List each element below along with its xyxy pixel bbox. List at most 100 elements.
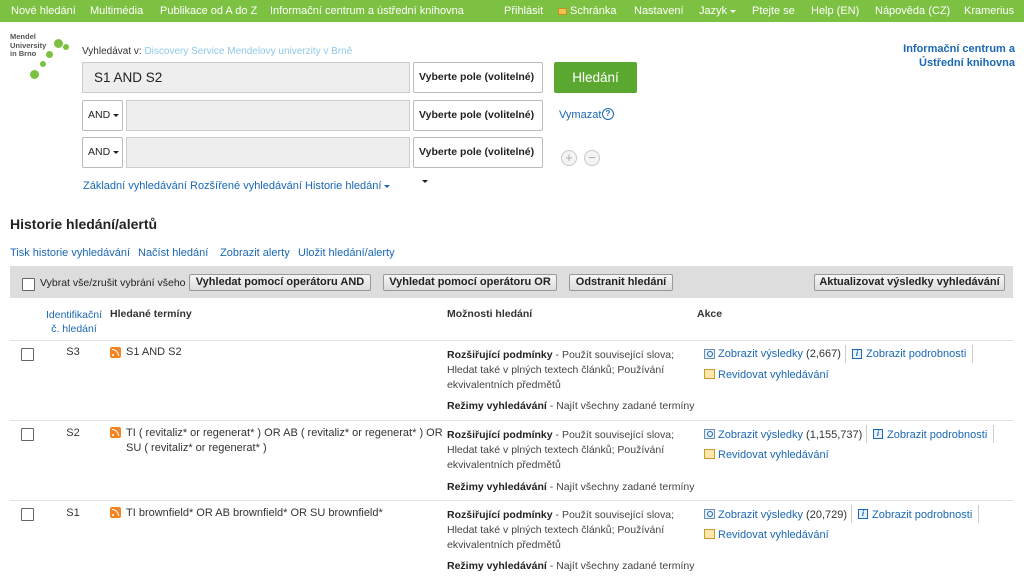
view-results-icon (704, 349, 715, 359)
add-row-icon[interactable]: + (561, 150, 577, 166)
university-logo[interactable]: Mendel University in Brno (10, 32, 72, 83)
revise-search-link[interactable]: Revidovat vyhledávání (718, 529, 829, 541)
operator-select-3[interactable]: AND (82, 137, 123, 168)
clear-link[interactable]: Vymazat (559, 109, 601, 121)
view-details-link[interactable]: Zobrazit podrobnosti (866, 348, 966, 360)
save-searches-link[interactable]: Uložit hledání/alerty (298, 247, 395, 259)
nav-help-en[interactable]: Help (EN) (811, 0, 859, 22)
search-mode: Režimy vyhledávání - Najít všechny zadan… (447, 560, 695, 572)
view-details-link[interactable]: Zobrazit podrobnosti (887, 429, 987, 441)
search-in-source[interactable]: Discovery Service Mendelovy univerzity v… (144, 46, 352, 57)
retrieve-searches-link[interactable]: Načíst hledání (138, 247, 208, 259)
remove-row-icon[interactable]: − (584, 150, 600, 166)
result-count: (2,667) (806, 348, 841, 360)
help-icon[interactable]: ? (602, 108, 614, 120)
revise-search-link[interactable]: Revidovat vyhledávání (718, 449, 829, 461)
info-icon: i (858, 509, 868, 519)
refresh-results-button[interactable]: Aktualizovat výsledky vyhledávání (814, 274, 1005, 291)
row-checkbox[interactable] (21, 428, 34, 441)
row-divider (10, 500, 1013, 501)
search-with-or-button[interactable]: Vyhledat pomocí operátoru OR (383, 274, 557, 291)
chevron-down-icon (113, 150, 120, 154)
nav-publications[interactable]: Publikace od A do Z (160, 0, 257, 22)
search-history-label: Historie hledání (305, 180, 382, 192)
nav-preferences[interactable]: Nastavení (634, 0, 684, 22)
view-details-link[interactable]: Zobrazit podrobnosti (872, 509, 972, 521)
column-header-terms: Hledané termíny (110, 308, 192, 320)
result-count: (20,729) (806, 509, 848, 521)
search-input-1[interactable]: S1 AND S2 (82, 62, 410, 93)
row-checkbox[interactable] (21, 348, 34, 361)
field-select-3[interactable]: Vyberte pole (volitelné) (413, 137, 543, 183)
mode-label: Režimy vyhledávání (447, 560, 547, 572)
rss-icon[interactable] (110, 427, 121, 438)
revise-search-icon (704, 369, 715, 379)
search-with-and-button[interactable]: Vyhledat pomocí operátoru AND (189, 274, 371, 291)
search-terms: S1 AND S2 (126, 346, 182, 358)
top-navigation-bar: Nové hledání Multimédia Publikace od A d… (0, 0, 1024, 22)
logo-dot (40, 61, 46, 67)
search-mode: Režimy vyhledávání - Najít všechny zadan… (447, 400, 695, 412)
select-all-checkbox[interactable] (22, 278, 35, 291)
mode-label: Režimy vyhledávání (447, 400, 547, 412)
search-source: Vyhledávat v: Discovery Service Mendelov… (82, 46, 352, 57)
chevron-down-icon (113, 113, 120, 117)
field-select-1[interactable]: Vyberte pole (volitelné) (413, 62, 543, 108)
row-divider (10, 340, 1013, 341)
operator-select-2[interactable]: AND (82, 100, 123, 131)
action-separator (866, 425, 867, 443)
nav-sign-in[interactable]: Přihlásit (504, 0, 543, 22)
view-results-icon (704, 429, 715, 439)
nav-new-search[interactable]: Nové hledání (11, 0, 76, 22)
search-history-link[interactable]: Historie hledání (305, 180, 391, 192)
nav-multimedia[interactable]: Multimédia (90, 0, 143, 22)
search-mode: Režimy vyhledávání - Najít všechny zadan… (447, 481, 695, 493)
delete-searches-button[interactable]: Odstranit hledání (569, 274, 673, 291)
options-label: Rozšiřující podmínky (447, 349, 553, 361)
row-checkbox[interactable] (21, 508, 34, 521)
nav-language-label: Jazyk (699, 5, 728, 17)
mode-text: Najít všechny zadané termíny (556, 481, 695, 493)
view-results-label: Zobrazit výsledky (718, 429, 803, 441)
history-title: Historie hledání/alertů (10, 216, 158, 232)
operator-label: AND (88, 146, 111, 158)
chevron-down-icon (384, 184, 391, 188)
revise-search-link[interactable]: Revidovat vyhledávání (718, 369, 829, 381)
rss-icon[interactable] (110, 507, 121, 518)
nav-language[interactable]: Jazyk (699, 0, 737, 22)
library-link[interactable]: Informační centrum a Ústřední knihovna (903, 42, 1015, 70)
view-results-icon (704, 509, 715, 519)
search-in-label: Vyhledávat v: (82, 46, 142, 57)
column-header-id[interactable]: Identifikační č. hledání (42, 308, 106, 336)
view-results-link[interactable]: Zobrazit výsledky (1,155,737) (718, 429, 862, 441)
view-results-link[interactable]: Zobrazit výsledky (20,729) (718, 509, 847, 521)
search-button[interactable]: Hledání (554, 62, 637, 93)
search-terms: TI brownfield* OR AB brownfield* OR SU b… (126, 507, 383, 519)
options-label: Rozšiřující podmínky (447, 509, 553, 521)
search-options: Rozšiřující podmínky - Použít souvisejíc… (447, 509, 675, 551)
search-terms: TI ( revitaliz* or regenerat* ) OR AB ( … (126, 427, 443, 454)
field-select-2[interactable]: Vyberte pole (volitelné) (413, 100, 543, 146)
retrieve-alerts-link[interactable]: Zobrazit alerty (220, 247, 290, 259)
logo-dot (54, 39, 63, 48)
library-link-line-2: Ústřední knihovna (919, 57, 1015, 69)
view-results-label: Zobrazit výsledky (718, 348, 803, 360)
search-input-3[interactable] (126, 137, 410, 168)
search-options: Rozšiřující podmínky - Použít souvisejíc… (447, 349, 675, 391)
column-header-actions: Akce (697, 308, 723, 320)
view-results-link[interactable]: Zobrazit výsledky (2,667) (718, 348, 841, 360)
nav-folder-label: Schránka (570, 5, 617, 17)
advanced-search-link[interactable]: Rozšířené vyhledávání (190, 180, 302, 192)
rss-icon[interactable] (110, 347, 121, 358)
nav-help-cz[interactable]: Nápověda (CZ) (875, 0, 950, 22)
nav-ask[interactable]: Ptejte se (752, 0, 795, 22)
logo-dot (30, 70, 39, 79)
basic-search-link[interactable]: Základní vyhledávání (83, 180, 187, 192)
nav-kramerius[interactable]: Kramerius (964, 0, 1014, 22)
search-input-2[interactable] (126, 100, 410, 131)
view-results-label: Zobrazit výsledky (718, 509, 803, 521)
print-history-link[interactable]: Tisk historie vyhledávání (10, 247, 130, 259)
nav-folder[interactable]: Schránka (558, 0, 616, 22)
logo-line-3: in Brno (10, 49, 37, 58)
nav-info-center[interactable]: Informační centrum a ústřední knihovna (270, 0, 464, 22)
